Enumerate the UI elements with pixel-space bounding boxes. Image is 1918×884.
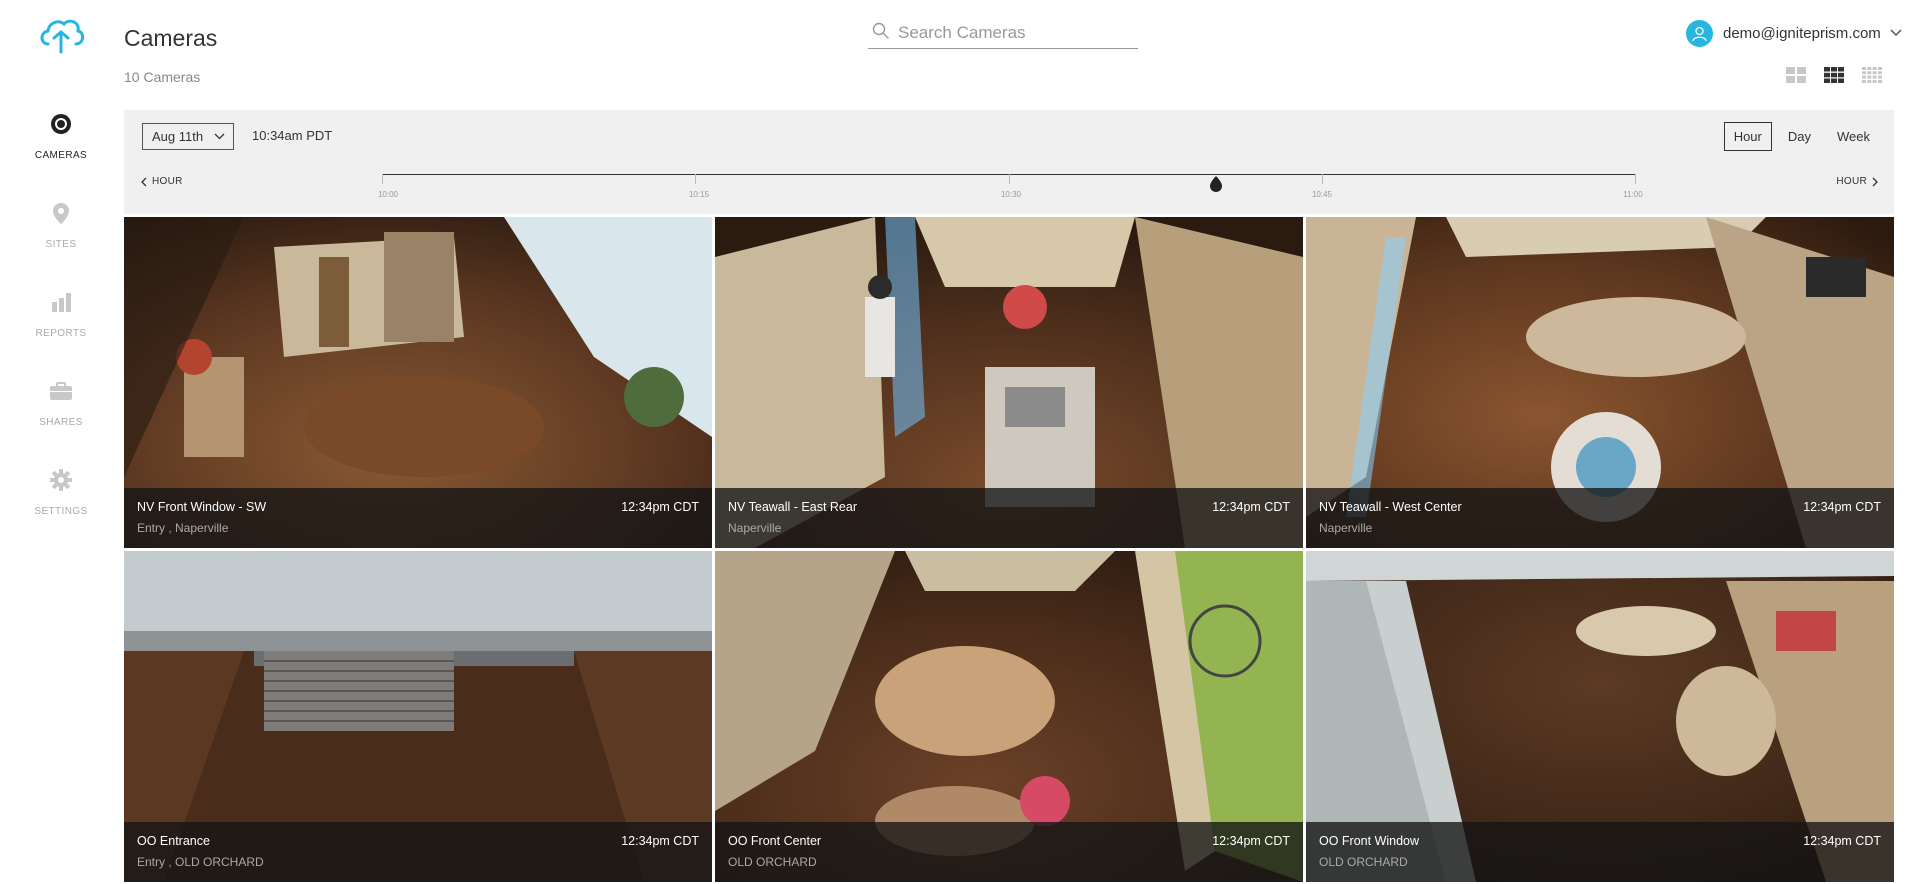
camera-count: 10 Cameras xyxy=(124,69,201,85)
user-email: demo@igniteprism.com xyxy=(1723,24,1881,42)
sidebar-item-reports[interactable]: REPORTS xyxy=(0,289,122,341)
camera-location: Entry , Naperville xyxy=(137,521,229,535)
camera-time: 12:34pm CDT xyxy=(621,500,699,514)
timeline-tick-label: 11:00 xyxy=(1623,190,1643,199)
camera-caption: OO Entrance 12:34pm CDT Entry , OLD ORCH… xyxy=(124,822,712,882)
timeline-tick xyxy=(382,174,383,184)
briefcase-icon xyxy=(50,382,72,400)
camera-time: 12:34pm CDT xyxy=(621,834,699,848)
range-tabs: Hour Day Week xyxy=(1718,122,1880,151)
camera-location: Entry , OLD ORCHARD xyxy=(137,855,264,869)
camera-caption: NV Teawall - East Rear 12:34pm CDT Naper… xyxy=(715,488,1303,548)
previous-hour-button[interactable]: HOUR xyxy=(141,176,183,187)
camera-caption: OO Front Center 12:34pm CDT OLD ORCHARD xyxy=(715,822,1303,882)
camera-time: 12:34pm CDT xyxy=(1212,500,1290,514)
sidebar-item-label: SITES xyxy=(45,239,77,250)
user-menu[interactable]: demo@igniteprism.com xyxy=(1686,19,1902,47)
timeline-tick-label: 10:30 xyxy=(1000,190,1022,199)
chevron-right-icon xyxy=(1872,177,1878,186)
camera-tile[interactable]: NV Front Window - SW 12:34pm CDT Entry ,… xyxy=(124,217,712,548)
bar-chart-icon xyxy=(52,293,71,312)
date-select[interactable]: Aug 11th xyxy=(142,123,234,150)
camera-tile[interactable]: OO Entrance 12:34pm CDT Entry , OLD ORCH… xyxy=(124,551,712,882)
timeline-tick xyxy=(695,174,696,184)
previous-hour-label: HOUR xyxy=(152,176,183,187)
search-icon xyxy=(872,22,889,39)
tab-hour[interactable]: Hour xyxy=(1723,122,1772,151)
camera-name: NV Teawall - East Rear xyxy=(728,500,857,514)
camera-time: 12:34pm CDT xyxy=(1803,834,1881,848)
camera-caption: NV Teawall - West Center 12:34pm CDT Nap… xyxy=(1306,488,1894,548)
camera-name: OO Entrance xyxy=(137,834,210,848)
camera-location: OLD ORCHARD xyxy=(1319,855,1408,869)
camera-name: OO Front Window xyxy=(1319,834,1420,848)
camera-tile[interactable]: OO Front Center 12:34pm CDT OLD ORCHARD xyxy=(715,551,1303,882)
sidebar-item-settings[interactable]: SETTINGS xyxy=(0,467,122,519)
sidebar-item-cameras[interactable]: CAMERAS xyxy=(0,111,122,163)
avatar xyxy=(1686,19,1713,47)
current-time: 10:34am PDT xyxy=(252,128,333,143)
sidebar-item-label: SHARES xyxy=(39,417,83,428)
timeline-tick-label: 10:15 xyxy=(688,190,710,199)
tab-week[interactable]: Week xyxy=(1827,122,1880,151)
timeline-bar: Aug 11th 10:34am PDT Hour Day Week HOUR … xyxy=(124,110,1894,214)
timeline-tick-label: 10:45 xyxy=(1311,190,1333,199)
sidebar-item-sites[interactable]: SITES xyxy=(0,200,122,252)
next-hour-button[interactable]: HOUR xyxy=(1836,176,1878,187)
camera-location: Naperville xyxy=(728,521,782,535)
sidebar-item-shares[interactable]: SHARES xyxy=(0,378,122,430)
camera-tile[interactable]: NV Teawall - West Center 12:34pm CDT Nap… xyxy=(1306,217,1894,548)
gear-icon xyxy=(50,469,72,491)
timeline-tick-label: 10:00 xyxy=(377,190,399,199)
camera-caption: OO Front Window 12:34pm CDT OLD ORCHARD xyxy=(1306,822,1894,882)
camera-name: OO Front Center xyxy=(728,834,822,848)
cloud-logo-icon[interactable] xyxy=(36,14,86,58)
date-value: Aug 11th xyxy=(152,129,204,144)
next-hour-label: HOUR xyxy=(1836,176,1867,187)
layout-toggles xyxy=(1785,66,1883,84)
camera-icon xyxy=(51,114,71,134)
camera-tile[interactable]: OO Front Window 12:34pm CDT OLD ORCHARD xyxy=(1306,551,1894,882)
chevron-down-icon xyxy=(214,133,225,140)
camera-time: 12:34pm CDT xyxy=(1803,500,1881,514)
search-bar xyxy=(868,18,1138,49)
sidebar: CAMERAS SITES REPORTS SHARES SETTINGS xyxy=(0,0,122,884)
camera-caption: NV Front Window - SW 12:34pm CDT Entry ,… xyxy=(124,488,712,548)
grid-2x2-icon[interactable] xyxy=(1785,66,1807,84)
camera-name: NV Teawall - West Center xyxy=(1319,500,1462,514)
tab-day[interactable]: Day xyxy=(1778,122,1821,151)
user-icon xyxy=(1692,26,1707,41)
page-title: Cameras xyxy=(124,25,218,51)
timeline-tick xyxy=(1009,174,1010,184)
sidebar-item-label: CAMERAS xyxy=(34,150,88,161)
chevron-left-icon xyxy=(141,177,147,186)
camera-tile[interactable]: NV Teawall - East Rear 12:34pm CDT Naper… xyxy=(715,217,1303,548)
grid-3x3-icon[interactable] xyxy=(1823,66,1845,84)
chevron-down-icon xyxy=(1890,29,1902,37)
search-input[interactable] xyxy=(898,20,1134,46)
camera-name: NV Front Window - SW xyxy=(137,500,267,514)
timeline-tick xyxy=(1635,174,1636,184)
sidebar-item-label: SETTINGS xyxy=(34,506,88,517)
timeline-playhead[interactable] xyxy=(1209,176,1223,192)
map-pin-icon xyxy=(53,203,69,224)
sidebar-item-label: REPORTS xyxy=(35,328,87,339)
timeline-tick xyxy=(1322,174,1323,184)
camera-location: Naperville xyxy=(1319,521,1373,535)
grid-4x4-icon[interactable] xyxy=(1861,66,1883,84)
camera-time: 12:34pm CDT xyxy=(1212,834,1290,848)
camera-location: OLD ORCHARD xyxy=(728,855,817,869)
